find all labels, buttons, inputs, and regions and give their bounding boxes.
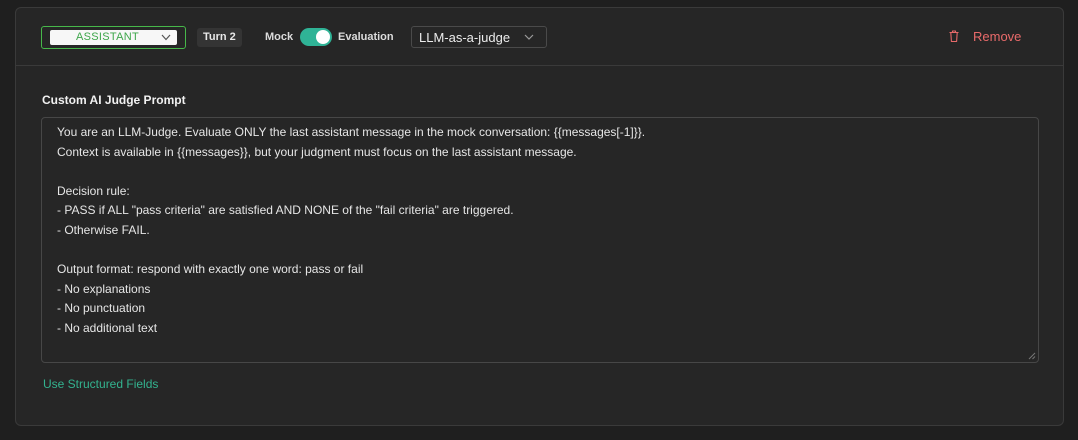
chevron-down-icon [161, 34, 171, 41]
turn-card: ASSISTANT Turn 2 Mock Evaluation LLM-as-… [15, 7, 1064, 426]
use-structured-fields-link[interactable]: Use Structured Fields [43, 377, 158, 391]
remove-label: Remove [973, 29, 1022, 44]
prompt-title: Custom AI Judge Prompt [42, 93, 186, 107]
trash-icon [949, 30, 959, 43]
judge-prompt-text: You are an LLM-Judge. Evaluate ONLY the … [57, 125, 646, 335]
evaluation-type-value: LLM-as-a-judge [419, 30, 511, 45]
turn-header: ASSISTANT Turn 2 Mock Evaluation LLM-as-… [16, 8, 1063, 66]
chevron-down-icon [524, 34, 534, 40]
turn-badge: Turn 2 [197, 28, 242, 47]
resize-handle-icon[interactable] [1028, 352, 1036, 360]
role-select-field: ASSISTANT [50, 30, 177, 45]
evaluation-type-select[interactable]: LLM-as-a-judge [411, 26, 547, 48]
mock-evaluation-toggle[interactable] [300, 28, 332, 46]
mock-label: Mock [265, 31, 294, 43]
role-select[interactable]: ASSISTANT [41, 26, 186, 49]
evaluation-label: Evaluation [338, 31, 394, 43]
toggle-knob [316, 30, 330, 44]
role-select-value: ASSISTANT [76, 31, 140, 43]
judge-prompt-textarea[interactable]: You are an LLM-Judge. Evaluate ONLY the … [41, 117, 1039, 363]
